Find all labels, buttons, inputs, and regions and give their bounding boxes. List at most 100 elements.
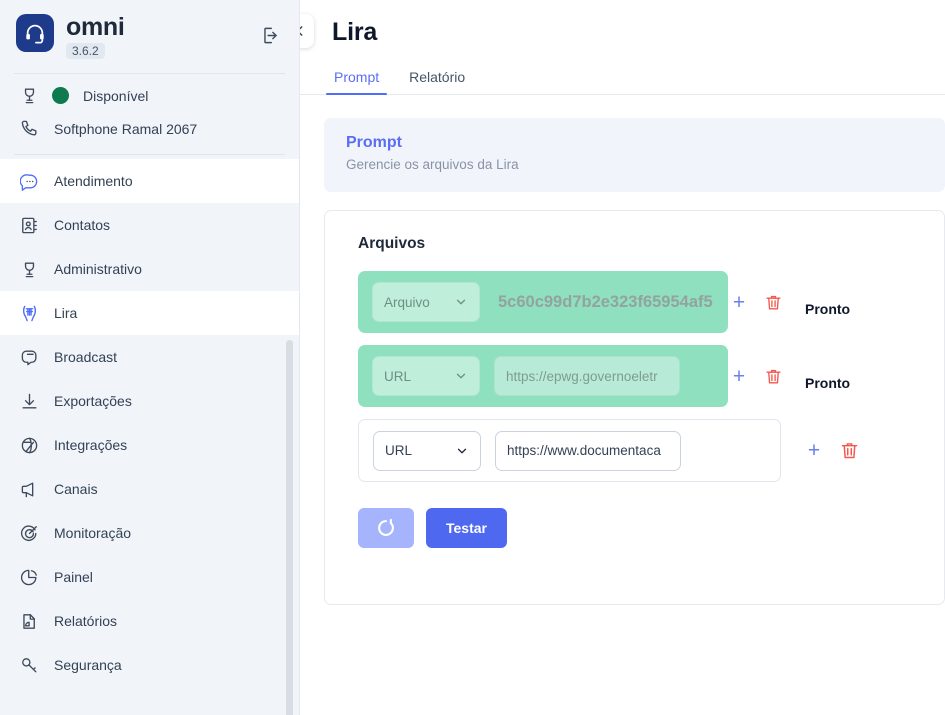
file-type-select-value: Arquivo <box>384 294 430 310</box>
sidebar-item-canais[interactable]: Canais <box>0 467 299 511</box>
table-row: URL https://www.documentaca + <box>358 419 944 482</box>
url-input-3[interactable]: https://www.documentaca <box>495 430 681 471</box>
status-dot <box>52 87 69 105</box>
download-icon <box>18 392 40 411</box>
contacts-book-icon <box>18 216 40 235</box>
sidebar-item-label: Painel <box>54 569 93 586</box>
file-type-select-value: URL <box>384 368 412 384</box>
tab-bar: Prompt Relatório <box>300 63 945 95</box>
file-type-select-2[interactable]: URL <box>372 356 480 396</box>
sidebar-item-label: Administrativo <box>54 261 142 278</box>
sidebar-item-contatos[interactable]: Contatos <box>0 203 299 247</box>
sidebar-item-seguranca[interactable]: Segurança <box>0 643 299 687</box>
tab-relatorio[interactable]: Relatório <box>401 69 473 94</box>
logout-button[interactable] <box>257 22 283 48</box>
add-file-button[interactable]: + <box>728 292 750 313</box>
file-row-container-2: URL https://epwg.governoeletr <box>358 345 728 407</box>
arquivos-card: Arquivos Arquivo 5c60c99d7b2e323f65954af… <box>324 210 945 605</box>
admin-desk-icon <box>18 260 40 279</box>
add-file-button[interactable]: + <box>728 366 750 387</box>
card-title: Arquivos <box>358 235 426 252</box>
chevron-down-icon <box>456 299 466 305</box>
refresh-loading-button[interactable] <box>358 508 414 548</box>
add-file-button[interactable]: + <box>803 440 825 461</box>
sidebar-scrollbar[interactable] <box>286 340 293 715</box>
status-badge: Pronto <box>805 301 851 317</box>
trash-icon <box>841 443 858 459</box>
file-row-container-3: URL https://www.documentaca <box>358 419 781 482</box>
megaphone-icon <box>18 480 40 499</box>
file-type-select-3[interactable]: URL <box>373 430 481 471</box>
sidebar-item-monitoracao[interactable]: Monitoração <box>0 511 299 555</box>
row-actions-3: + <box>803 440 860 461</box>
sidebar-item-label: Lira <box>54 305 78 322</box>
table-row: URL https://epwg.governoeletr + Pronto <box>358 345 944 407</box>
file-name-value: 5c60c99d7b2e323f65954af5 <box>498 292 713 311</box>
card-button-row: Testar <box>325 508 944 548</box>
app-root: omni 3.6.2 Disponível Softphone Ramal 20… <box>0 0 945 715</box>
banner-title: Prompt <box>346 134 402 151</box>
report-doc-icon <box>18 612 40 631</box>
file-row-container-1: Arquivo 5c60c99d7b2e323f65954af5 <box>358 271 728 333</box>
key-icon <box>18 656 40 675</box>
main-content: Lira Prompt Relatório Prompt Gerencie os… <box>300 0 945 715</box>
sidebar-item-label: Relatórios <box>54 613 118 630</box>
delete-file-button[interactable] <box>764 293 783 312</box>
status-label: Disponível <box>83 87 149 104</box>
sidebar-item-exportacoes[interactable]: Exportações <box>0 379 299 423</box>
version-badge: 3.6.2 <box>66 43 105 60</box>
pie-chart-icon <box>18 568 40 587</box>
chevron-down-icon <box>456 373 466 379</box>
sidebar-item-painel[interactable]: Painel <box>0 555 299 599</box>
tab-prompt[interactable]: Prompt <box>326 69 388 95</box>
banner-subtitle: Gerencie os arquivos da Lira <box>346 157 519 172</box>
sidebar-item-label: Canais <box>54 481 98 498</box>
url-input-2[interactable]: https://epwg.governoeletr <box>494 356 680 396</box>
sidebar-item-integracoes[interactable]: Integrações <box>0 423 299 467</box>
trash-icon <box>766 369 781 384</box>
sidebar-item-administrativo[interactable]: Administrativo <box>0 247 299 291</box>
softphone-row[interactable]: Softphone Ramal 2067 <box>0 117 299 150</box>
spinner-icon <box>378 518 394 536</box>
sidebar-item-broadcast[interactable]: Broadcast <box>0 335 299 379</box>
agent-desk-icon <box>18 86 40 105</box>
sidebar-item-lira[interactable]: Lira <box>0 291 299 336</box>
file-type-select-value: URL <box>385 443 413 458</box>
broadcast-chat-icon <box>18 348 40 367</box>
target-icon <box>18 524 40 543</box>
page-title: Lira <box>332 18 378 46</box>
sidebar-item-atendimento[interactable]: Atendimento <box>0 159 299 204</box>
row-actions-1: + <box>728 292 783 313</box>
file-type-select-1[interactable]: Arquivo <box>372 282 480 322</box>
brand-name: omni <box>66 13 125 41</box>
sidebar-item-label: Broadcast <box>54 349 118 366</box>
sidebar-item-label: Integrações <box>54 437 128 454</box>
app-logo <box>16 14 54 52</box>
lyre-icon <box>18 304 40 323</box>
sidebar-item-label: Atendimento <box>54 173 133 190</box>
softphone-label: Softphone Ramal 2067 <box>54 120 198 137</box>
logout-icon <box>263 27 277 43</box>
chevron-left-icon <box>300 26 303 36</box>
sidebar-nav-wrapper: Atendimento Contatos Administrativo Lira… <box>0 155 299 715</box>
sidebar-item-label: Segurança <box>54 657 122 674</box>
trash-icon <box>766 295 781 310</box>
sidebar: omni 3.6.2 Disponível Softphone Ramal 20… <box>0 0 300 715</box>
file-rows-list: Arquivo 5c60c99d7b2e323f65954af5 + Pront… <box>325 271 944 482</box>
testar-button[interactable]: Testar <box>426 508 507 548</box>
chat-icon <box>18 172 40 191</box>
sidebar-item-label: Monitoração <box>54 525 132 542</box>
agent-status-row[interactable]: Disponível <box>0 74 299 117</box>
sidebar-collapse-button[interactable] <box>300 14 314 48</box>
delete-file-button[interactable] <box>764 367 783 386</box>
table-row: Arquivo 5c60c99d7b2e323f65954af5 + Pront… <box>358 271 944 333</box>
phone-icon <box>18 119 40 138</box>
delete-file-button[interactable] <box>839 440 860 461</box>
status-badge: Pronto <box>805 375 851 391</box>
row-actions-2: + <box>728 366 783 387</box>
brand-block: omni 3.6.2 <box>66 13 125 60</box>
headset-icon <box>26 24 44 44</box>
sidebar-nav: Atendimento Contatos Administrativo Lira… <box>0 159 299 687</box>
sidebar-item-relatorios[interactable]: Relatórios <box>0 599 299 643</box>
integrations-globe-icon <box>18 436 40 455</box>
